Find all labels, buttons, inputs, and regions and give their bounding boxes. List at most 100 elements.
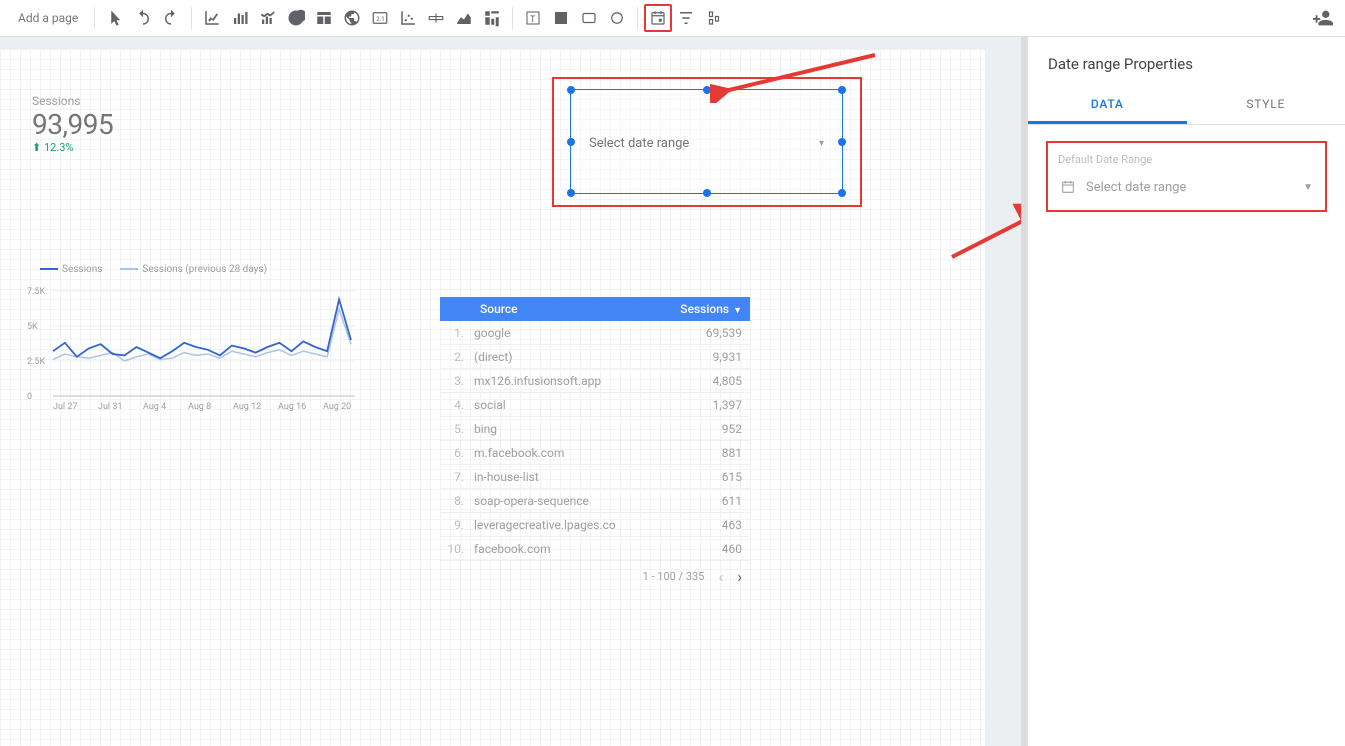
scatter-chart-icon[interactable] bbox=[394, 4, 422, 32]
panel-title: Date range Properties bbox=[1028, 37, 1345, 87]
date-range-inner[interactable]: Select date range ▾ bbox=[579, 128, 834, 158]
redo-icon[interactable] bbox=[157, 4, 185, 32]
row-sessions: 611 bbox=[670, 494, 750, 508]
svg-text:T: T bbox=[530, 15, 536, 25]
svg-text:Aug 16: Aug 16 bbox=[278, 402, 306, 412]
text-icon[interactable]: T bbox=[519, 4, 547, 32]
time-series-chart[interactable]: Sessions Sessions (previous 28 days) 0 2… bbox=[25, 264, 355, 425]
report-canvas[interactable]: Sessions 93,995 ⬆ 12.3% Select date rang… bbox=[0, 49, 985, 746]
row-index: 5. bbox=[440, 422, 474, 436]
properties-panel: Date range Properties DATA STYLE Default… bbox=[1027, 37, 1345, 746]
row-index: 8. bbox=[440, 494, 474, 508]
date-range-control-icon[interactable] bbox=[644, 4, 672, 32]
separator bbox=[637, 7, 638, 29]
row-source: (direct) bbox=[474, 350, 670, 364]
filter-control-icon[interactable] bbox=[672, 4, 700, 32]
row-sessions: 4,805 bbox=[670, 374, 750, 388]
add-page-button[interactable]: Add a page bbox=[8, 11, 88, 25]
scorecard-icon[interactable]: 2.1 bbox=[366, 4, 394, 32]
row-index: 6. bbox=[440, 446, 474, 460]
table-header-sessions[interactable]: Sessions▼ bbox=[670, 302, 750, 316]
resize-handle[interactable] bbox=[567, 86, 575, 94]
table-pager: 1 - 100 / 335 ‹ › bbox=[440, 561, 750, 586]
source-sessions-table[interactable]: Source Sessions▼ 1.google69,5392.(direct… bbox=[440, 297, 750, 586]
row-source: facebook.com bbox=[474, 542, 670, 556]
rectangle-icon[interactable] bbox=[575, 4, 603, 32]
pager-range: 1 - 100 / 335 bbox=[643, 570, 705, 583]
row-sessions: 615 bbox=[670, 470, 750, 484]
resize-handle[interactable] bbox=[703, 86, 711, 94]
resize-handle[interactable] bbox=[838, 189, 846, 197]
table-header-source[interactable]: Source bbox=[474, 302, 670, 316]
table-row[interactable]: 7.in-house-list615 bbox=[440, 465, 750, 489]
combo-chart-icon[interactable] bbox=[254, 4, 282, 32]
svg-text:Aug 4: Aug 4 bbox=[143, 402, 166, 412]
table-header: Source Sessions▼ bbox=[440, 297, 750, 321]
bullet-chart-icon[interactable] bbox=[422, 4, 450, 32]
time-series-chart-icon[interactable] bbox=[198, 4, 226, 32]
svg-text:Aug 8: Aug 8 bbox=[188, 402, 211, 412]
svg-text:Aug 12: Aug 12 bbox=[233, 402, 261, 412]
data-control-icon[interactable] bbox=[700, 4, 728, 32]
undo-icon[interactable] bbox=[129, 4, 157, 32]
pie-chart-icon[interactable] bbox=[282, 4, 310, 32]
table-row[interactable]: 9.leveragecreative.lpages.co463 bbox=[440, 513, 750, 537]
row-index: 9. bbox=[440, 518, 474, 532]
default-date-range-selector[interactable]: Select date range ▼ bbox=[1058, 174, 1315, 200]
separator bbox=[94, 7, 95, 29]
table-chart-icon[interactable] bbox=[310, 4, 338, 32]
area-chart-icon[interactable] bbox=[450, 4, 478, 32]
circle-icon[interactable] bbox=[603, 4, 631, 32]
table-row[interactable]: 10.facebook.com460 bbox=[440, 537, 750, 561]
table-row[interactable]: 1.google69,539 bbox=[440, 321, 750, 345]
row-sessions: 881 bbox=[670, 446, 750, 460]
table-row[interactable]: 6.m.facebook.com881 bbox=[440, 441, 750, 465]
canvas-area: Sessions 93,995 ⬆ 12.3% Select date rang… bbox=[0, 37, 1021, 746]
svg-text:Jul 27: Jul 27 bbox=[53, 402, 77, 412]
pivot-table-icon[interactable] bbox=[478, 4, 506, 32]
row-source: m.facebook.com bbox=[474, 446, 670, 460]
tab-data[interactable]: DATA bbox=[1028, 87, 1187, 124]
row-index: 3. bbox=[440, 374, 474, 388]
table-row[interactable]: 2.(direct)9,931 bbox=[440, 345, 750, 369]
pager-next-icon[interactable]: › bbox=[737, 567, 742, 586]
resize-handle[interactable] bbox=[838, 86, 846, 94]
legend-item: Sessions bbox=[62, 264, 102, 275]
resize-handle[interactable] bbox=[567, 189, 575, 197]
tab-style[interactable]: STYLE bbox=[1187, 87, 1345, 124]
annotation-highlight-box: Default Date Range Select date range ▼ bbox=[1046, 141, 1327, 212]
geo-chart-icon[interactable] bbox=[338, 4, 366, 32]
pager-prev-icon[interactable]: ‹ bbox=[718, 567, 723, 586]
scorecard-sessions[interactable]: Sessions 93,995 ⬆ 12.3% bbox=[32, 94, 113, 154]
svg-text:0: 0 bbox=[27, 392, 32, 402]
row-sessions: 1,397 bbox=[670, 398, 750, 412]
row-source: soap-opera-sequence bbox=[474, 494, 670, 508]
legend-item: Sessions (previous 28 days) bbox=[142, 264, 267, 275]
resize-handle[interactable] bbox=[838, 138, 846, 146]
bar-chart-icon[interactable] bbox=[226, 4, 254, 32]
scorecard-delta: ⬆ 12.3% bbox=[32, 141, 113, 154]
row-sessions: 460 bbox=[670, 542, 750, 556]
row-source: bing bbox=[474, 422, 670, 436]
image-icon[interactable] bbox=[547, 4, 575, 32]
sort-descending-icon: ▼ bbox=[733, 306, 742, 316]
scorecard-label: Sessions bbox=[32, 94, 113, 108]
date-range-control[interactable]: Select date range ▾ bbox=[570, 89, 843, 194]
table-row[interactable]: 8.soap-opera-sequence611 bbox=[440, 489, 750, 513]
svg-text:Aug 20: Aug 20 bbox=[323, 402, 351, 412]
calendar-icon bbox=[1060, 179, 1076, 195]
resize-handle[interactable] bbox=[703, 189, 711, 197]
selection-tool-icon[interactable] bbox=[101, 4, 129, 32]
add-person-icon[interactable] bbox=[1309, 4, 1337, 32]
chevron-down-icon: ▾ bbox=[819, 138, 824, 149]
table-row[interactable]: 3.mx126.infusionsoft.app4,805 bbox=[440, 369, 750, 393]
row-source: google bbox=[474, 326, 670, 340]
row-index: 4. bbox=[440, 398, 474, 412]
svg-text:7.5K: 7.5K bbox=[27, 287, 45, 297]
table-row[interactable]: 4.social1,397 bbox=[440, 393, 750, 417]
resize-handle[interactable] bbox=[567, 138, 575, 146]
selector-text: Select date range bbox=[1086, 180, 1186, 195]
row-index: 1. bbox=[440, 326, 474, 340]
svg-text:Jul 31: Jul 31 bbox=[98, 402, 122, 412]
table-row[interactable]: 5.bing952 bbox=[440, 417, 750, 441]
